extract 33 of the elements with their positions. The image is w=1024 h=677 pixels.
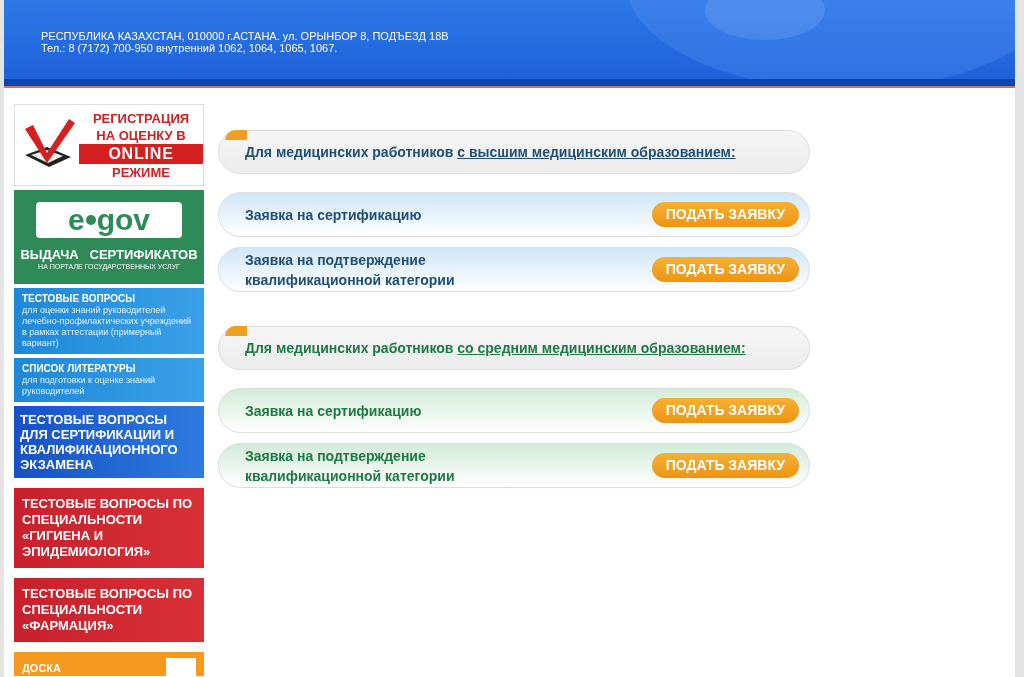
egov-logo: e gov bbox=[36, 202, 182, 238]
corner-accent-icon bbox=[225, 326, 247, 336]
online-label: ONLINE bbox=[79, 143, 203, 164]
banner-title: ВЫДАЧА СЕРТИФИКАТОВ bbox=[20, 248, 198, 262]
specialty-banner[interactable]: ТЕСТОВЫЕ ВОПРОСЫ ПО СПЕЦИАЛЬНОСТИ «ФАРМАЦИЯ» bbox=[14, 578, 204, 642]
phone-text: Тел.: 8 (7172) 700-950 внутренний 1062, 1064, 1065, 1067. bbox=[41, 42, 339, 54]
test-questions-banner[interactable]: ТЕСТОВЫЕ ВОПРОСЫ ДЛЯ СЕРТИФИКАЦИИ И КВАЛИФИКАЦИОННОГО ЭКЗАМЕНА bbox=[14, 406, 204, 478]
banner-subtitle: для подготовки к оценке знаний руководителей bbox=[22, 375, 157, 397]
banner-title: ТЕСТОВЫЕ ВОПРОСЫ ПО СПЕЦИАЛЬНОСТИ «ФАРМАЦИЯ» bbox=[22, 586, 194, 634]
application-label: Заявка на подтверждение квалификационной категории bbox=[245, 250, 456, 290]
board-banner[interactable]: ДОСКА bbox=[14, 652, 204, 676]
info-banner[interactable]: ТЕСТОВЫЕ ВОПРОСЫ для оценки знаний руководителей лечебно-профилактических учреждений в рамках аттестации (примерный вариант) bbox=[14, 288, 204, 354]
banner-subtitle: для оценки знаний руководителей лечебно-профилактических учреждений в рамках аттестации (примерный вариант) bbox=[22, 305, 192, 349]
application-label: Заявка на подтверждение квалификационной категории bbox=[245, 446, 456, 486]
education-link[interactable]: с высшим медицинским образованием: bbox=[457, 143, 736, 160]
application-label: Заявка на сертификацию bbox=[245, 401, 423, 421]
banner-title: ТЕСТОВЫЕ ВОПРОСЫ ПО СПЕЦИАЛЬНОСТИ «ГИГИЕНА И ЭПИДЕМИОЛОГИЯ» bbox=[22, 496, 194, 560]
application-label: Заявка на сертификацию bbox=[245, 205, 423, 225]
banner-title: ТЕСТОВЫЕ ВОПРОСЫ ДЛЯ СЕРТИФИКАЦИИ И КВАЛИФИКАЦИОННОГО ЭКЗАМЕНА bbox=[20, 412, 179, 472]
corner-accent-icon bbox=[225, 130, 247, 140]
banner-title: ТЕСТОВЫЕ ВОПРОСЫ bbox=[22, 293, 137, 305]
registration-banner[interactable]: РЕГИСТРАЦИЯ НА ОЦЕНКУ В ONLINE РЕЖИМЕ bbox=[14, 104, 204, 186]
banner-title: СПИСОК ЛИТЕРАТУРЫ bbox=[22, 363, 137, 375]
banner-text: НА ОЦЕНКУ В bbox=[96, 126, 186, 144]
section-heading: Для медицинских работников с высшим медицинским образованием: bbox=[245, 142, 736, 162]
education-link[interactable]: со средним медицинским образованием: bbox=[457, 339, 746, 356]
info-banner[interactable]: СПИСОК ЛИТЕРАТУРЫ для подготовки к оценке знаний руководителей bbox=[14, 358, 204, 402]
banner-text: РЕГИСТРАЦИЯ bbox=[92, 109, 190, 127]
banner-title: ДОСКА bbox=[22, 661, 61, 676]
address-text: РЕСПУБЛИКА КАЗАХСТАН, 010000 г.АСТАНА. ул. ОРЫНБОР 8, ПОДЪЕЗД 18В bbox=[41, 30, 450, 42]
banner-text: РЕЖИМЕ bbox=[112, 163, 170, 181]
specialty-banner[interactable]: ТЕСТОВЫЕ ВОПРОСЫ ПО СПЕЦИАЛЬНОСТИ «ГИГИЕНА И ЭПИДЕМИОЛОГИЯ» bbox=[14, 488, 204, 568]
section-heading: Для медицинских работников со средним медицинским образованием: bbox=[245, 338, 746, 358]
